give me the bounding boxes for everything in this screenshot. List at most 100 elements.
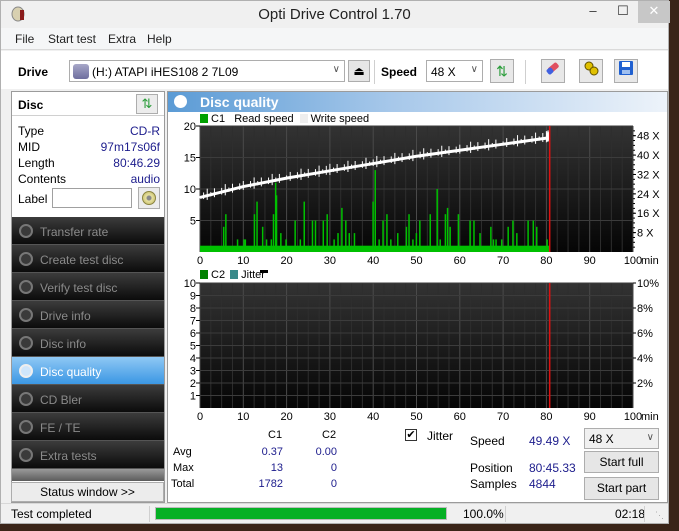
- chevron-down-icon: ∨: [646, 432, 654, 443]
- nav-label: CD Bler: [40, 393, 83, 407]
- c1-bar: [337, 233, 339, 252]
- drive-select[interactable]: (H:) ATAPI iHES108 2 7L09 ∨: [69, 60, 345, 82]
- left-panel: Disc ⇅ Type CD-R MID 97m17s06f Length 80…: [11, 91, 165, 503]
- status-message: Test completed: [11, 507, 92, 521]
- menu-start-test[interactable]: Start test: [48, 32, 96, 46]
- disc-icon: [19, 392, 33, 406]
- c1-bar: [236, 239, 239, 252]
- maximize-button[interactable]: ☐: [609, 1, 637, 23]
- c1-bar: [333, 239, 335, 252]
- nav-cd-bler[interactable]: CD Bler: [12, 385, 164, 413]
- erase-icon: [545, 62, 561, 79]
- x-tick-label: 80: [540, 255, 552, 267]
- y2-tick-label: 6%: [637, 328, 653, 340]
- samples-label: Samples: [470, 477, 517, 491]
- refresh-icon: ⇅: [496, 63, 508, 79]
- y-tick-label: 5: [190, 341, 196, 353]
- menu-file[interactable]: File: [15, 32, 34, 46]
- nav-label: Drive info: [40, 309, 91, 323]
- jitter-scale-marker: [260, 270, 268, 273]
- c1-bar: [386, 214, 388, 252]
- y2-tick-label: 4%: [637, 353, 653, 365]
- c1-bar: [397, 233, 399, 252]
- jitter-checkbox[interactable]: ✔: [405, 429, 417, 441]
- settings-button[interactable]: [579, 59, 603, 83]
- nav-fe-te[interactable]: FE / TE: [12, 413, 164, 441]
- eject-button[interactable]: ⏏: [348, 60, 370, 82]
- nav-create-test-disc[interactable]: Create test disc: [12, 245, 164, 273]
- save-button[interactable]: [614, 59, 638, 83]
- disc-icon: [19, 364, 33, 378]
- c1-bar: [507, 226, 509, 252]
- test-speed-value: 48 X: [589, 432, 614, 446]
- c1-bar: [449, 226, 451, 252]
- nav-label: Disc quality: [40, 365, 102, 379]
- speed-label: Speed: [381, 65, 418, 79]
- minimize-button[interactable]: –: [579, 1, 607, 23]
- resize-grip-icon[interactable]: ⋱: [655, 510, 664, 521]
- c1-bar: [225, 214, 227, 252]
- speed-select[interactable]: 48 X ∨: [426, 60, 483, 82]
- x-tick-label: 100: [624, 255, 642, 267]
- nav-extra-tests[interactable]: Extra tests: [12, 441, 164, 469]
- window-title: Opti Drive Control 1.70: [258, 6, 411, 23]
- nav-disc-quality[interactable]: Disc quality: [12, 357, 164, 385]
- close-button[interactable]: ✕: [638, 1, 670, 23]
- elapsed-time: 02:18: [615, 507, 646, 521]
- info-key: Contents: [18, 172, 67, 186]
- y-tick-label: 3: [190, 366, 196, 378]
- eject-icon: ⏏: [353, 64, 365, 78]
- save-icon: [618, 61, 634, 79]
- c1-bar: [285, 239, 287, 252]
- label-disc-button[interactable]: [138, 187, 160, 209]
- status-divider: [149, 506, 150, 522]
- status-divider: [644, 506, 645, 522]
- start-part-button[interactable]: Start part: [584, 477, 659, 500]
- refresh-disc-button[interactable]: ⇅: [136, 94, 158, 114]
- x-tick-label: 90: [584, 255, 596, 267]
- c1-bar: [372, 201, 374, 252]
- start-full-button[interactable]: Start full: [584, 451, 659, 473]
- nav-transfer-rate[interactable]: Transfer rate: [12, 217, 164, 245]
- menu-extra[interactable]: Extra: [108, 32, 136, 46]
- toolbar-divider: [525, 60, 526, 84]
- position-value: 80:45.33: [529, 461, 576, 475]
- x-tick-label: 100: [624, 411, 642, 422]
- c1-bar: [374, 170, 376, 252]
- test-speed-select[interactable]: 48 X ∨: [584, 428, 659, 449]
- label-input[interactable]: [52, 188, 132, 208]
- c1-bar: [469, 220, 471, 252]
- nav-filler: [12, 469, 164, 481]
- info-key: Length: [18, 156, 55, 170]
- refresh-speed-button[interactable]: ⇅: [490, 59, 514, 83]
- y-tick-label: 6: [190, 328, 196, 340]
- nav-disc-info[interactable]: Disc info: [12, 329, 164, 357]
- toolbar-divider: [374, 60, 375, 84]
- chevron-down-icon: ∨: [332, 64, 340, 75]
- c1-bar: [265, 239, 268, 252]
- disc-info-mid: MID 97m17s06f: [18, 140, 160, 156]
- y2-tick-label: 8%: [637, 303, 653, 315]
- erase-button[interactable]: [541, 59, 565, 83]
- info-value: CD-R: [130, 124, 160, 138]
- y2-tick-label: 2%: [637, 378, 653, 390]
- c1-bar: [243, 239, 245, 252]
- c1-bar: [314, 220, 317, 252]
- status-window-button[interactable]: Status window >>: [11, 482, 164, 502]
- menu-bar: File Start test Extra Help: [1, 28, 668, 50]
- c1-bar: [516, 233, 518, 252]
- c1-bar: [294, 220, 296, 252]
- c1-bar: [270, 239, 273, 252]
- x-tick-label: 20: [280, 255, 292, 267]
- x-tick-label: 0: [197, 411, 203, 422]
- c1-bar: [253, 214, 256, 252]
- disc-header-title: Disc: [18, 98, 44, 112]
- nav-drive-info[interactable]: Drive info: [12, 301, 164, 329]
- c1-bar: [415, 233, 418, 252]
- y2-tick-label: 32 X: [637, 169, 660, 181]
- drive-select-value: (H:) ATAPI iHES108 2 7L09: [92, 65, 239, 79]
- menu-help[interactable]: Help: [147, 32, 172, 46]
- c1-bar: [390, 239, 392, 252]
- nav-verify-test-disc[interactable]: Verify test disc: [12, 273, 164, 301]
- x-tick-label: 60: [454, 411, 466, 422]
